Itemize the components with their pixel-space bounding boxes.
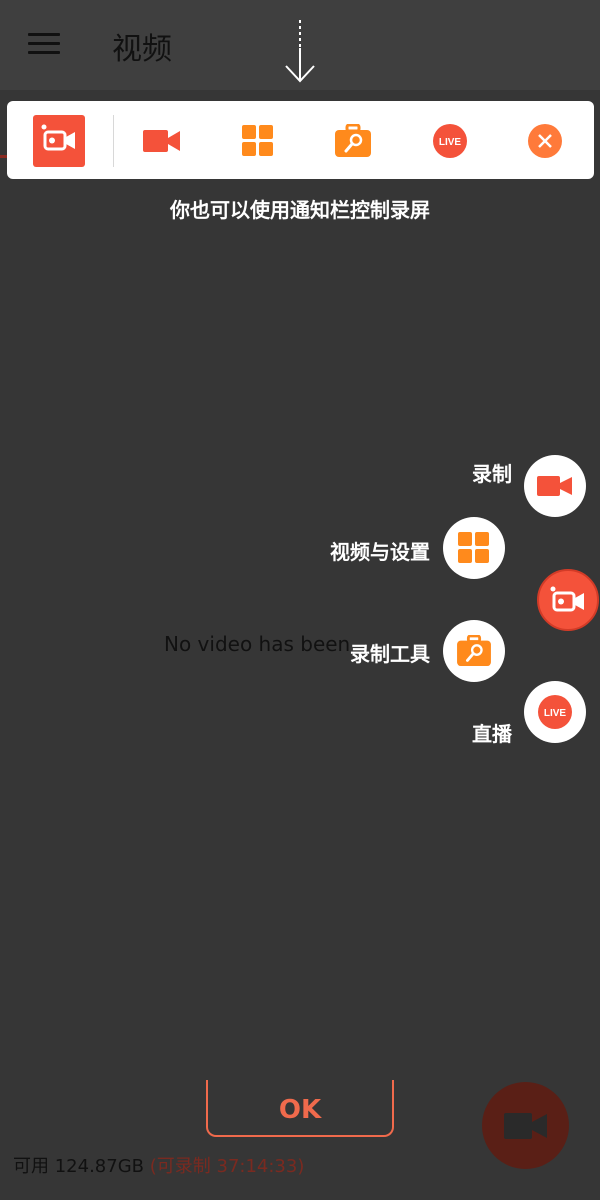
video-camera-icon[interactable] (136, 115, 188, 167)
grid-icon (458, 532, 489, 563)
live-icon[interactable]: LIVE (424, 115, 476, 167)
fab-record-button[interactable] (524, 455, 586, 517)
notification-hint: 你也可以使用通知栏控制录屏 (170, 198, 430, 222)
notification-bar: LIVE (7, 101, 594, 179)
fab-label-tools: 录制工具 (350, 642, 430, 666)
fab-videos-settings-button[interactable] (443, 517, 505, 579)
live-badge-text: LIVE (544, 708, 567, 719)
close-icon[interactable] (519, 115, 571, 167)
fab-label-videos-settings: 视频与设置 (330, 540, 430, 564)
page-title: 视频 (112, 32, 172, 67)
video-camera-icon (537, 476, 572, 496)
storage-recordable: (可录制 37:14:33) (149, 1156, 305, 1177)
screen-recorder-logo-icon (550, 586, 584, 612)
toolbox-icon (457, 635, 491, 667)
hamburger-icon[interactable] (28, 33, 60, 55)
live-icon: LIVE (538, 695, 572, 729)
main-fab-button[interactable] (537, 569, 599, 631)
ok-button[interactable]: OK (206, 1080, 394, 1137)
live-text: LIVE (439, 137, 462, 148)
screen-recorder-logo-icon[interactable] (33, 115, 85, 167)
fab-live-button[interactable]: LIVE (524, 681, 586, 743)
grid-icon[interactable] (232, 115, 284, 167)
record-fab-button[interactable] (482, 1082, 569, 1169)
fab-label-live: 直播 (472, 722, 512, 746)
toolbox-icon[interactable] (327, 115, 379, 167)
fab-label-record: 录制 (472, 462, 512, 486)
storage-available: 可用 124.87GB (13, 1156, 145, 1177)
video-camera-icon (503, 1112, 547, 1139)
arrow-down-icon (285, 20, 315, 83)
storage-info: 可用 124.87GB (可录制 37:14:33) (13, 1152, 304, 1178)
fab-tools-button[interactable] (443, 620, 505, 682)
divider (113, 115, 114, 167)
